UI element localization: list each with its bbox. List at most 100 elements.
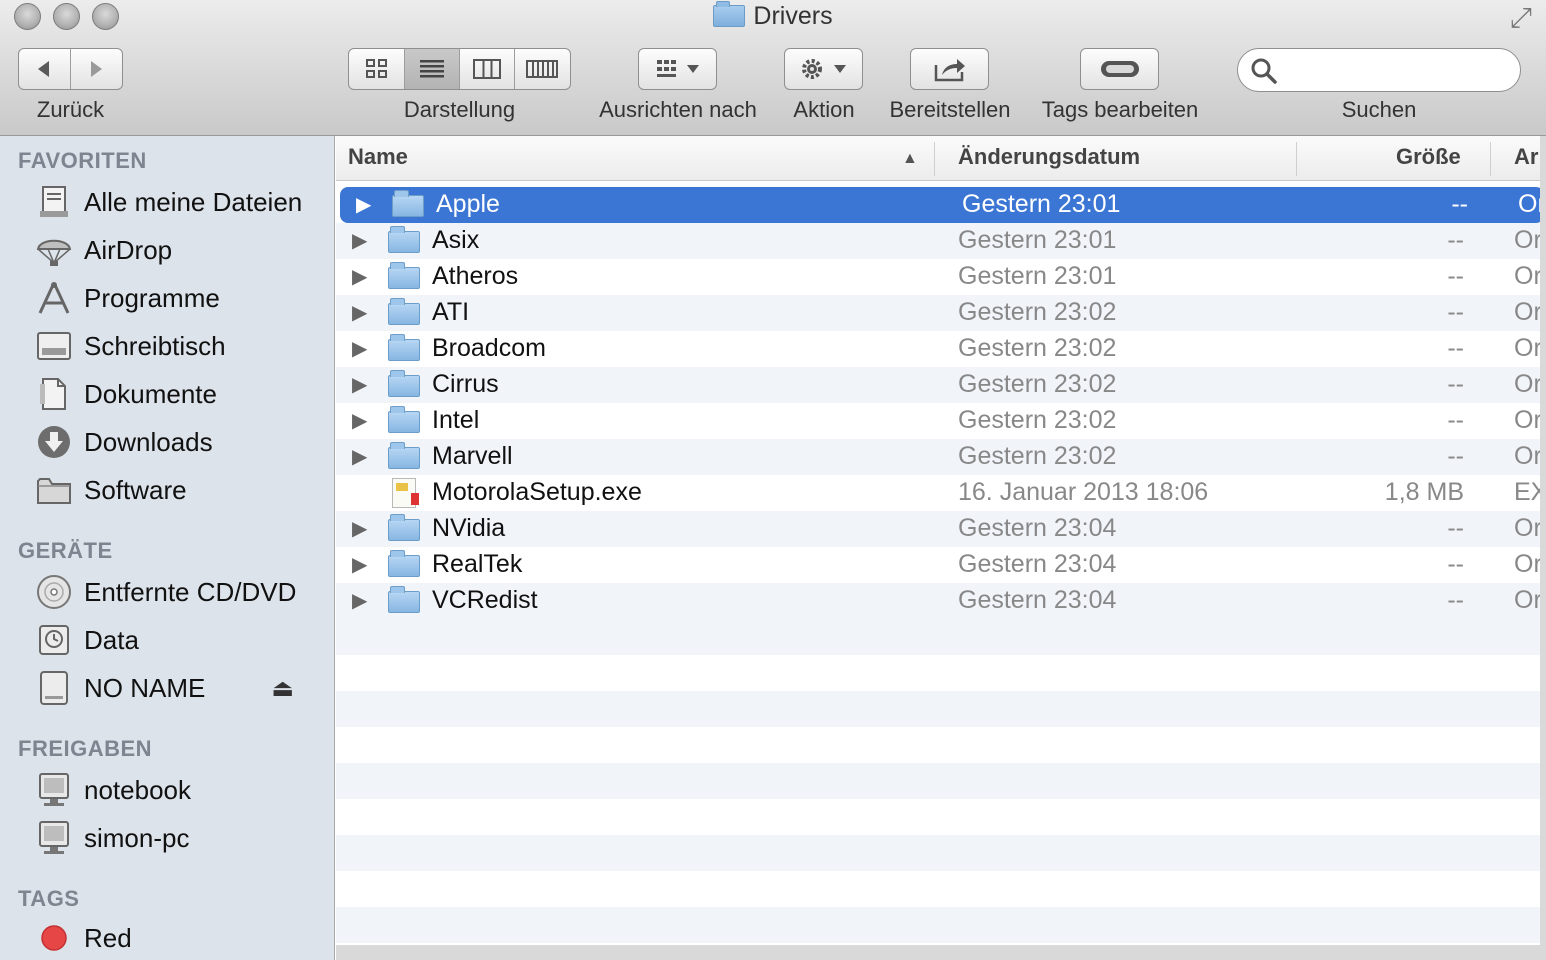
- tags-heading: TAGS: [18, 886, 80, 911]
- list-item-realtek[interactable]: ▶ RealTek Gestern 23:04 -- Or: [336, 547, 1540, 583]
- column-header-date[interactable]: Änderungsdatum: [958, 144, 1140, 170]
- list-item-broadcom[interactable]: ▶ Broadcom Gestern 23:02 -- Or: [336, 331, 1540, 367]
- window-toolbar: Drivers ⤢ Zurück Darstellung Ausrichten …: [0, 0, 1546, 136]
- coverflow-icon: [526, 60, 559, 78]
- list-item-asix[interactable]: ▶ Asix Gestern 23:01 -- Or: [336, 223, 1540, 259]
- downloads-icon: [34, 424, 74, 460]
- back-label: Zurück: [36, 97, 105, 122]
- drive-icon: [34, 670, 74, 706]
- forward-button[interactable]: [71, 49, 123, 89]
- sidebar-item-data[interactable]: Data: [34, 618, 324, 662]
- item-kind: Or: [1514, 586, 1540, 614]
- item-name: Asix: [432, 226, 480, 254]
- list-item-nvidia[interactable]: ▶ NVidia Gestern 23:04 -- Or: [336, 511, 1540, 547]
- list-item-ati[interactable]: ▶ ATI Gestern 23:02 -- Or: [336, 295, 1540, 331]
- empty-list-area[interactable]: [336, 619, 1540, 943]
- item-size: --: [1447, 262, 1464, 290]
- column-header-size[interactable]: Größe: [1396, 144, 1461, 170]
- search-input[interactable]: [1286, 55, 1506, 85]
- column-divider[interactable]: [934, 142, 935, 176]
- item-size: --: [1447, 370, 1464, 398]
- sidebar-item-applications[interactable]: Programme: [34, 276, 324, 320]
- disclosure-triangle-icon[interactable]: ▶: [352, 516, 367, 541]
- column-divider[interactable]: [1296, 142, 1297, 176]
- list-view-button[interactable]: [405, 49, 460, 89]
- item-size: --: [1447, 550, 1464, 578]
- sidebar-item-desktop[interactable]: Schreibtisch: [34, 324, 324, 368]
- item-name: ATI: [432, 298, 470, 326]
- arrange-button[interactable]: [638, 48, 717, 90]
- sidebar-item-no-name[interactable]: NO NAME ⏏: [34, 666, 324, 710]
- view-mode-control: [348, 48, 571, 90]
- sidebar-item-remote-cd-dvd[interactable]: Entfernte CD/DVD: [34, 570, 324, 614]
- item-kind: Or: [1514, 442, 1540, 470]
- item-size: --: [1447, 586, 1464, 614]
- list-item-intel[interactable]: ▶ Intel Gestern 23:02 -- Or: [336, 403, 1540, 439]
- disclosure-triangle-icon[interactable]: ▶: [352, 372, 367, 397]
- sidebar-item-all-files[interactable]: Alle meine Dateien: [34, 180, 324, 224]
- coverflow-view-button[interactable]: [515, 49, 570, 89]
- item-name: Marvell: [432, 442, 513, 470]
- disclosure-triangle-icon[interactable]: ▶: [352, 228, 367, 253]
- search-icon: [1251, 58, 1277, 84]
- item-size: --: [1447, 442, 1464, 470]
- computer-icon: [34, 820, 74, 856]
- disclosure-triangle-icon[interactable]: ▶: [352, 408, 367, 433]
- share-button[interactable]: [910, 48, 989, 90]
- sidebar-item-notebook[interactable]: notebook: [34, 768, 324, 812]
- gear-icon: [801, 59, 846, 79]
- sidebar-item-label: Programme: [84, 282, 220, 313]
- folder-icon: [388, 442, 420, 469]
- column-header-kind[interactable]: Ar: [1514, 144, 1538, 170]
- sidebar-item-airdrop[interactable]: AirDrop: [34, 228, 324, 272]
- disclosure-triangle-icon[interactable]: ▶: [352, 552, 367, 577]
- chevron-left-icon: [38, 61, 50, 77]
- list-item-cirrus[interactable]: ▶ Cirrus Gestern 23:02 -- Or: [336, 367, 1540, 403]
- list-item-vcredist[interactable]: ▶ VCRedist Gestern 23:04 -- Or: [336, 583, 1540, 619]
- empty-row: [336, 763, 1540, 799]
- empty-row: [336, 655, 1540, 691]
- item-kind: Or: [1514, 370, 1540, 398]
- edit-tags-button[interactable]: [1080, 48, 1159, 90]
- list-item-apple[interactable]: ▶ Apple Gestern 23:01 -- Or: [340, 187, 1540, 223]
- sidebar-item-label: Schreibtisch: [84, 330, 226, 361]
- list-item-marvell[interactable]: ▶ Marvell Gestern 23:02 -- Or: [336, 439, 1540, 475]
- column-divider[interactable]: [1490, 142, 1491, 176]
- columns-icon: [472, 59, 501, 79]
- action-label: Aktion: [793, 97, 855, 122]
- sidebar-item-label: Dokumente: [84, 378, 217, 409]
- column-header-name[interactable]: Name: [348, 144, 408, 170]
- sidebar-item-label: Alle meine Dateien: [84, 186, 303, 217]
- share-icon: [934, 59, 965, 82]
- sidebar-item-downloads[interactable]: Downloads: [34, 420, 324, 464]
- action-button[interactable]: [784, 48, 863, 90]
- disclosure-triangle-icon[interactable]: ▶: [352, 300, 367, 325]
- item-date: Gestern 23:02: [958, 442, 1117, 470]
- item-date: Gestern 23:02: [958, 370, 1117, 398]
- disclosure-triangle-icon[interactable]: ▶: [352, 264, 367, 289]
- item-kind: Or: [1514, 226, 1540, 254]
- sidebar-item-label: notebook: [84, 774, 191, 805]
- sidebar-item-software[interactable]: Software: [34, 468, 324, 512]
- column-view-button[interactable]: [460, 49, 515, 89]
- folder-icon: [713, 1, 746, 27]
- item-date: Gestern 23:04: [958, 550, 1117, 578]
- back-button[interactable]: [19, 49, 71, 89]
- sidebar-item-tag-red[interactable]: Red: [34, 916, 324, 960]
- list-item-atheros[interactable]: ▶ Atheros Gestern 23:01 -- Or: [336, 259, 1540, 295]
- item-name: Apple: [436, 190, 500, 218]
- icon-view-button[interactable]: [349, 49, 406, 89]
- fullscreen-icon[interactable]: ⤢: [1510, 4, 1532, 32]
- disclosure-triangle-icon[interactable]: ▶: [356, 192, 371, 217]
- list-item-motorola-setup[interactable]: MotorolaSetup.exe 16. Januar 2013 18:06 …: [336, 475, 1540, 511]
- disclosure-triangle-icon[interactable]: ▶: [352, 336, 367, 361]
- window-title: Drivers: [0, 1, 1546, 31]
- disclosure-triangle-icon[interactable]: ▶: [352, 444, 367, 469]
- sidebar-item-label: Entfernte CD/DVD: [84, 576, 297, 607]
- eject-icon[interactable]: ⏏: [271, 674, 294, 703]
- sidebar-item-documents[interactable]: Dokumente: [34, 372, 324, 416]
- search-field[interactable]: [1237, 48, 1521, 92]
- sidebar-item-simon-pc[interactable]: simon-pc: [34, 816, 324, 860]
- disclosure-triangle-icon[interactable]: ▶: [352, 588, 367, 613]
- empty-row: [336, 871, 1540, 907]
